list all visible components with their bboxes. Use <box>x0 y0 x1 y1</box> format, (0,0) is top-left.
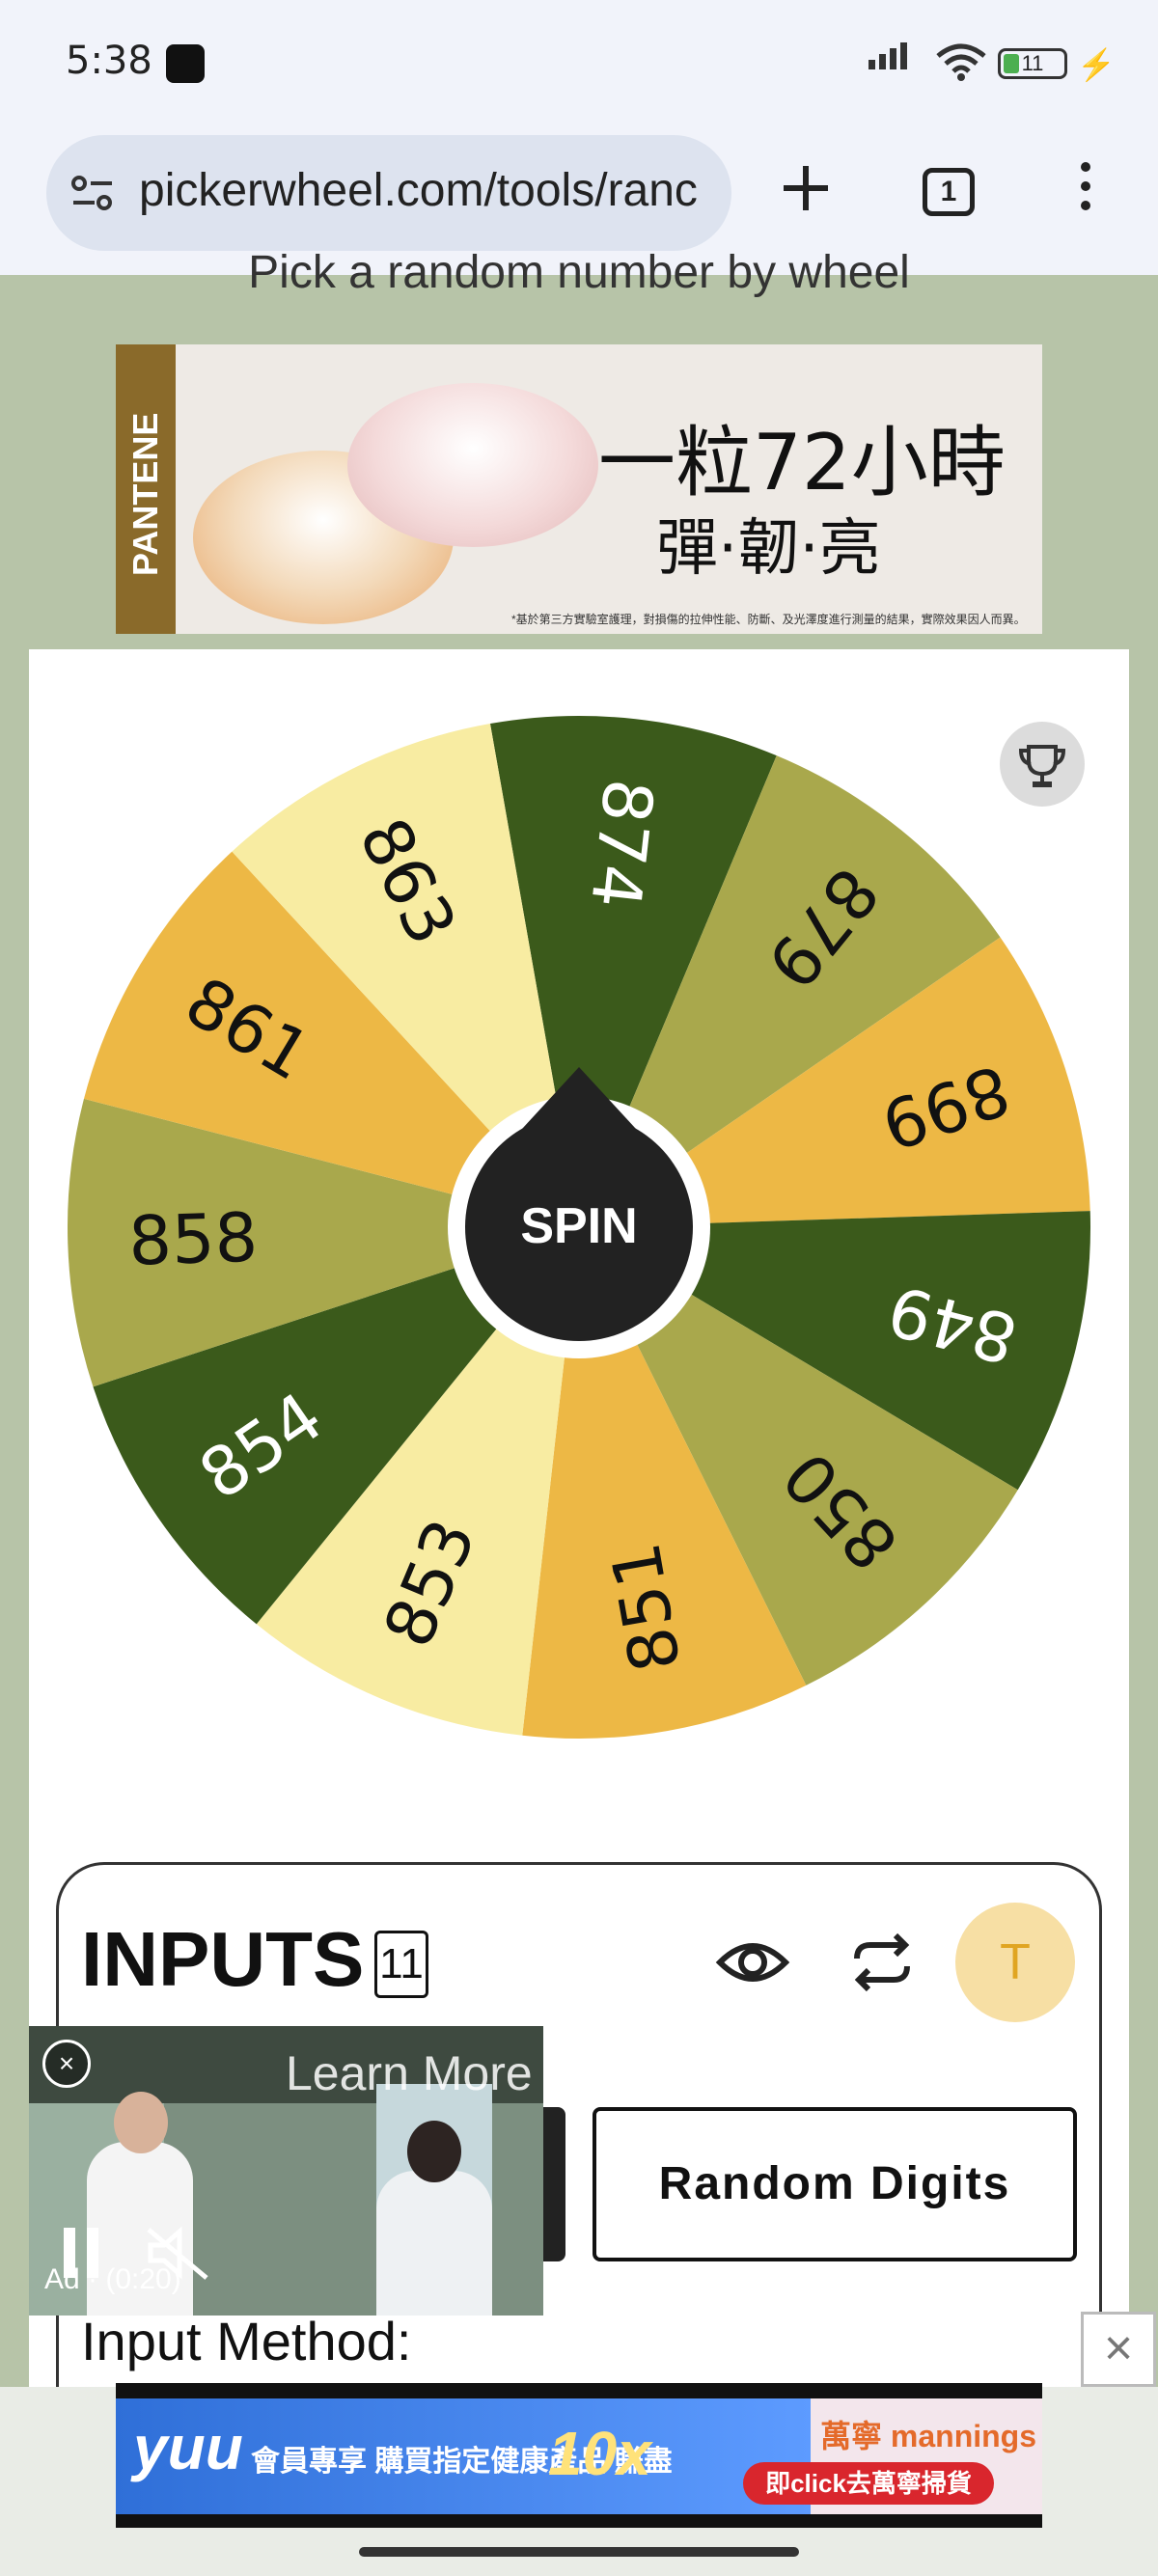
random-digits-button[interactable]: Random Digits <box>593 2107 1077 2261</box>
inputs-count-badge: 11 <box>374 1931 428 1998</box>
wheel-segment-label: 858 <box>127 1198 259 1281</box>
mannings-logo: 萬寧 mannings <box>820 2419 1037 2453</box>
input-method-label: Input Method: <box>81 2311 412 2371</box>
shop-now-button[interactable]: 即click去萬寧掃貨 <box>743 2462 994 2505</box>
site-settings-icon[interactable] <box>69 174 116 212</box>
url-text[interactable]: pickerwheel.com/tools/ranc <box>139 164 718 217</box>
video-ad[interactable]: × Learn More Ad · (0:20) <box>29 2026 543 2316</box>
new-tab-icon[interactable] <box>772 154 840 222</box>
yuu-logo: yuu <box>133 2413 243 2482</box>
ad-timer: Ad · (0:20) <box>44 2263 181 2295</box>
mannings-ad-banner[interactable]: yuu 會員專享 購買指定健康產品 賺盡 10x 萬寧 mannings 即cl… <box>116 2383 1042 2528</box>
battery-icon: 11 <box>998 48 1067 79</box>
learn-more-link[interactable]: Learn More <box>286 2045 533 2101</box>
address-bar[interactable]: pickerwheel.com/tools/ranc <box>46 135 731 251</box>
battery-level: 11 <box>1021 51 1044 75</box>
screen: 5:38 11 ⚡ pickerwheel.com/tools/ranc 1 P… <box>0 0 1158 2576</box>
wifi-icon <box>936 43 986 81</box>
wheel-segment-label: 874 <box>575 776 668 913</box>
avatar[interactable]: T <box>955 1903 1075 2022</box>
status-time: 5:38 <box>66 39 152 83</box>
app-notification-icon <box>166 44 205 83</box>
close-icon[interactable]: × <box>1081 2312 1156 2387</box>
page-headline: Pick a random number by wheel <box>248 247 910 298</box>
picker-wheel[interactable]: 874879899849850851853854858861863 SPIN <box>56 704 1102 1750</box>
ad-subheadline: 彈·韌·亮 <box>656 513 881 585</box>
product-image <box>347 383 598 547</box>
pantene-ad-banner[interactable]: PANTENE 一粒72小時 彈·韌·亮 *基於第三方實驗室護理，對損傷的拉伸性… <box>116 344 1042 634</box>
spin-button[interactable]: SPIN <box>520 1198 637 1254</box>
home-indicator[interactable] <box>359 2547 799 2557</box>
inputs-title: INPUTS <box>81 1916 365 2002</box>
status-bar: 5:38 11 ⚡ <box>0 0 1158 130</box>
close-icon[interactable]: × <box>42 2040 91 2088</box>
ad-fineprint: *基於第三方實驗室護理，對損傷的拉伸性能、防斷、及光澤度進行測量的結果，實際效果… <box>511 613 1026 626</box>
ad-headline: 一粒72小時 <box>598 418 1006 507</box>
ad-multiplier: 10x <box>548 2419 651 2488</box>
charging-icon: ⚡ <box>1077 47 1116 82</box>
signal-icon <box>868 42 907 69</box>
repeat-icon[interactable] <box>843 1924 921 2001</box>
more-menu-icon[interactable] <box>1071 162 1100 220</box>
pantene-logo: PANTENE <box>116 344 176 634</box>
tab-switcher-button[interactable]: 1 <box>923 168 975 216</box>
eye-icon[interactable] <box>714 1924 791 2001</box>
